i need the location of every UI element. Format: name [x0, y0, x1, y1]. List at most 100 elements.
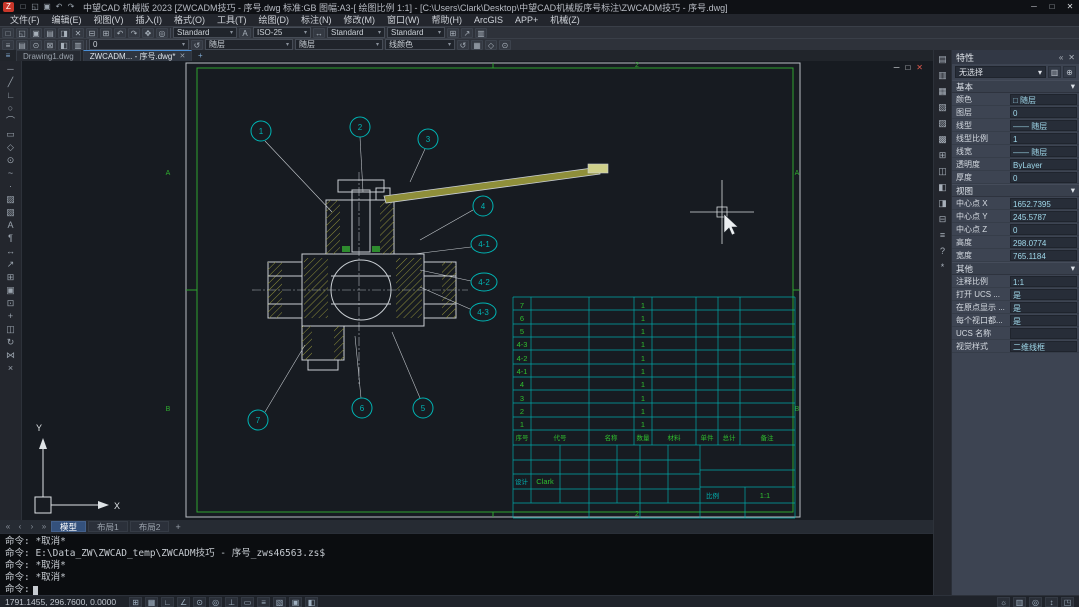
property-value[interactable]: 0	[1010, 107, 1077, 118]
menu-item[interactable]: 格式(O)	[168, 14, 211, 26]
menu-item[interactable]: 窗口(W)	[381, 14, 426, 26]
property-value[interactable]: 765.1184	[1010, 250, 1077, 261]
qa-redo-icon[interactable]: ↷	[65, 2, 77, 12]
match-properties-icon[interactable]: ↺	[457, 40, 469, 50]
designcenter-panel-icon[interactable]: ◫	[936, 165, 950, 178]
viewport-close-button[interactable]: ✕	[916, 64, 923, 72]
property-value[interactable]	[1010, 328, 1077, 339]
text-style-combo[interactable]: Standard▾	[173, 27, 237, 38]
layer-off-icon[interactable]: ⊙	[30, 40, 42, 50]
maximize-button[interactable]: □	[1043, 0, 1061, 14]
property-value[interactable]: 1	[1010, 133, 1077, 144]
panel-autohide-icon[interactable]: «	[1059, 53, 1063, 62]
fullscreen-icon[interactable]: ↕	[1045, 597, 1058, 607]
toolbox-panel-icon[interactable]: ⊞	[936, 149, 950, 162]
dyn-input-icon[interactable]: ▭	[241, 597, 254, 607]
save-icon[interactable]: ▣	[30, 28, 42, 38]
layer-states-icon[interactable]: ▤	[16, 40, 28, 50]
mtext-icon[interactable]: ¶	[2, 232, 20, 245]
pan-icon[interactable]: ✥	[142, 28, 154, 38]
panel-close-icon[interactable]: ✕	[1068, 53, 1075, 62]
qa-new-icon[interactable]: □	[17, 2, 29, 12]
zoom-icon[interactable]: ◎	[156, 28, 168, 38]
new-doc-tab-icon[interactable]: +	[194, 51, 206, 61]
property-value[interactable]: 1:1	[1010, 276, 1077, 287]
mirror-icon[interactable]: ⋈	[2, 349, 20, 362]
menu-item[interactable]: 标注(N)	[295, 14, 338, 26]
polygon-icon[interactable]: ◇	[2, 141, 20, 154]
dim-style-icon[interactable]: ↔	[313, 28, 325, 38]
gradient-icon[interactable]: ▧	[2, 206, 20, 219]
add-layout-icon[interactable]: +	[171, 522, 184, 532]
menu-item[interactable]: 帮助(H)	[426, 14, 469, 26]
style-manager-icon[interactable]: ▥	[475, 28, 487, 38]
menu-item[interactable]: 工具(T)	[211, 14, 253, 26]
qa-undo-icon[interactable]: ↶	[53, 2, 65, 12]
property-value[interactable]: 是	[1010, 315, 1077, 326]
section-header-misc[interactable]: 其他▾	[952, 262, 1079, 275]
table-style-combo[interactable]: Standard▾	[327, 27, 385, 38]
layer-combo[interactable]: 0▾	[89, 39, 189, 50]
tab-nav-first-icon[interactable]: «	[3, 522, 13, 531]
polar-icon[interactable]: ∠	[177, 597, 190, 607]
layer-isolate-icon[interactable]: ▥	[72, 40, 84, 50]
tab-layout2[interactable]: 布局2	[130, 521, 170, 532]
spline-icon[interactable]: ~	[2, 167, 20, 180]
plot-style-combo[interactable]: 线颜色▾	[385, 39, 455, 50]
balloon-leaders[interactable]	[265, 137, 473, 412]
ellipse-icon[interactable]: ⊙	[2, 154, 20, 167]
xline-icon[interactable]: ╱	[2, 76, 20, 89]
osnap-settings-icon[interactable]: ⊙	[499, 40, 511, 50]
erase-icon[interactable]: ×	[2, 362, 20, 375]
drawing-viewport[interactable]: 2 2 A B A B	[22, 61, 933, 520]
ducs-icon[interactable]: ⊥	[225, 597, 238, 607]
display-settings-icon[interactable]: ▥	[1013, 597, 1026, 607]
properties-toggle-icon[interactable]: ◇	[485, 40, 497, 50]
otrack-icon[interactable]: ◎	[209, 597, 222, 607]
hatch-icon[interactable]: ▨	[2, 193, 20, 206]
grid-icon[interactable]: ▦	[145, 597, 158, 607]
close-button[interactable]: ✕	[1061, 0, 1079, 14]
hatch-panel-icon[interactable]: ▨	[936, 117, 950, 130]
viewport-minimize-button[interactable]: ─	[894, 64, 900, 72]
selection-cycling-icon[interactable]: ◧	[305, 597, 318, 607]
property-value[interactable]: 245.5787	[1010, 211, 1077, 222]
balloon-callouts[interactable]: 1 2 3 4 4-1 4-2 4-3 5 6 7	[248, 117, 497, 430]
mleader-style-combo[interactable]: Standard▾	[387, 27, 445, 38]
tab-nav-next-icon[interactable]: ›	[27, 522, 37, 531]
property-value[interactable]: 是	[1010, 302, 1077, 313]
app-logo-icon[interactable]: Z	[3, 2, 14, 12]
point-icon[interactable]: ·	[2, 180, 20, 193]
new-icon[interactable]: □	[2, 28, 14, 38]
tab-nav-last-icon[interactable]: »	[39, 522, 49, 531]
doc-tab-active[interactable]: ZWCADM... - 序号.dwg* ✕	[83, 50, 193, 61]
property-value[interactable]: 1652.7395	[1010, 198, 1077, 209]
properties-panel-icon[interactable]: ▤	[936, 53, 950, 66]
property-value[interactable]: ByLayer	[1010, 159, 1077, 170]
circle-icon[interactable]: ○	[2, 102, 20, 115]
menu-item[interactable]: 文件(F)	[4, 14, 46, 26]
block-icon[interactable]: ▣	[2, 284, 20, 297]
open-icon[interactable]: ◱	[16, 28, 28, 38]
menu-item[interactable]: 绘图(D)	[253, 14, 296, 26]
xref-panel-icon[interactable]: ▧	[936, 101, 950, 114]
dim-style-combo[interactable]: ISO-25▾	[253, 27, 311, 38]
doc-tab-menu-icon[interactable]: ≡	[2, 51, 14, 61]
polyline-icon[interactable]: ∟	[2, 89, 20, 102]
sheetset-panel-icon[interactable]: ⊟	[936, 213, 950, 226]
match-layer-icon[interactable]: ↺	[191, 40, 203, 50]
insert-block-icon[interactable]: ⊡	[2, 297, 20, 310]
menu-item[interactable]: 编辑(E)	[46, 14, 88, 26]
property-value[interactable]: 0	[1010, 172, 1077, 183]
valve-assembly-drawing[interactable]	[252, 164, 608, 384]
menu-item[interactable]: 机械(Z)	[544, 14, 586, 26]
property-value[interactable]: —— 随层	[1010, 120, 1077, 131]
property-value[interactable]: —— 随层	[1010, 146, 1077, 157]
linetype-combo[interactable]: 随层▾	[295, 39, 383, 50]
markup-panel-icon[interactable]: ◧	[936, 181, 950, 194]
dimension-icon[interactable]: ↔	[2, 245, 20, 258]
layer-freeze-icon[interactable]: ⊠	[44, 40, 56, 50]
layer-lock-icon[interactable]: ◧	[58, 40, 70, 50]
section-header-view[interactable]: 视图▾	[952, 184, 1079, 197]
arc-icon[interactable]: ⌒	[2, 115, 20, 128]
